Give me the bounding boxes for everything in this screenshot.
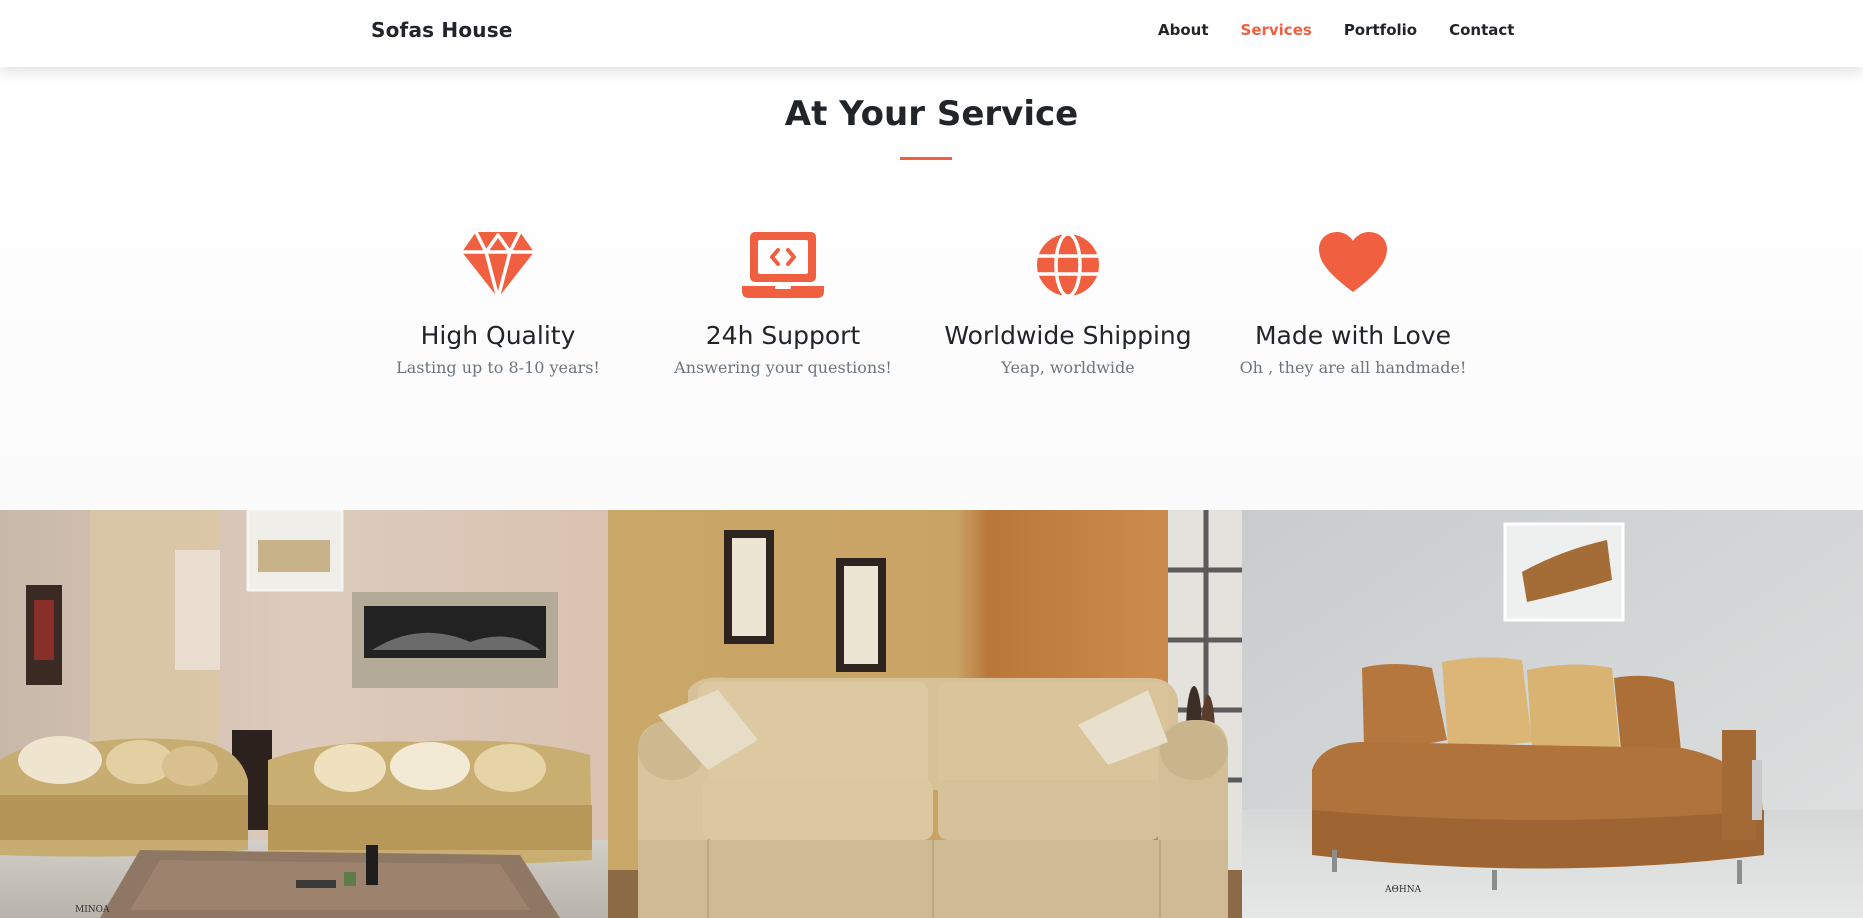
service-text: Answering your questions! xyxy=(674,358,892,377)
nav-links: About Services Portfolio Contact xyxy=(1158,21,1546,39)
portfolio-section: MINOA ΑΘΗΝΑ xyxy=(0,510,1863,918)
navbar: Sofas House About Services Portfolio Con… xyxy=(0,0,1863,67)
service-text: Oh , they are all handmade! xyxy=(1239,358,1467,377)
tile-caption: MINOA xyxy=(75,905,110,915)
service-title: Made with Love xyxy=(1254,321,1452,350)
service-worldwide-shipping: Worldwide Shipping Yeap, worldwide xyxy=(938,232,1198,377)
service-title: High Quality xyxy=(420,321,576,350)
portfolio-image-brown-sofa[interactable]: ΑΘΗΝΑ xyxy=(1242,510,1863,918)
heart-icon xyxy=(1223,232,1483,300)
services-section: At Your Service High Quality Lasting up … xyxy=(0,67,1863,510)
service-title: Worldwide Shipping xyxy=(944,321,1192,350)
title-divider xyxy=(900,157,952,160)
section-title: At Your Service xyxy=(784,94,1079,134)
brand-logo[interactable]: Sofas House xyxy=(371,18,513,42)
service-high-quality: High Quality Lasting up to 8-10 years! xyxy=(368,232,628,377)
laptop-code-icon xyxy=(653,232,913,300)
service-24h-support: 24h Support Answering your questions! xyxy=(653,232,913,377)
service-title: 24h Support xyxy=(705,321,861,350)
nav-link-services[interactable]: Services xyxy=(1241,21,1312,39)
portfolio-image-living-room-sofas[interactable]: MINOA xyxy=(0,510,608,918)
service-text: Lasting up to 8-10 years! xyxy=(396,358,600,377)
globe-icon xyxy=(938,232,1198,300)
portfolio-image-beige-sofa[interactable] xyxy=(608,510,1242,918)
gem-icon xyxy=(368,232,628,300)
service-made-with-love: Made with Love Oh , they are all handmad… xyxy=(1223,232,1483,377)
nav-link-portfolio[interactable]: Portfolio xyxy=(1344,21,1417,39)
tile-caption: ΑΘΗΝΑ xyxy=(1384,885,1422,895)
nav-link-about[interactable]: About xyxy=(1158,21,1209,39)
nav-link-contact[interactable]: Contact xyxy=(1449,21,1514,39)
service-text: Yeap, worldwide xyxy=(1001,358,1135,377)
